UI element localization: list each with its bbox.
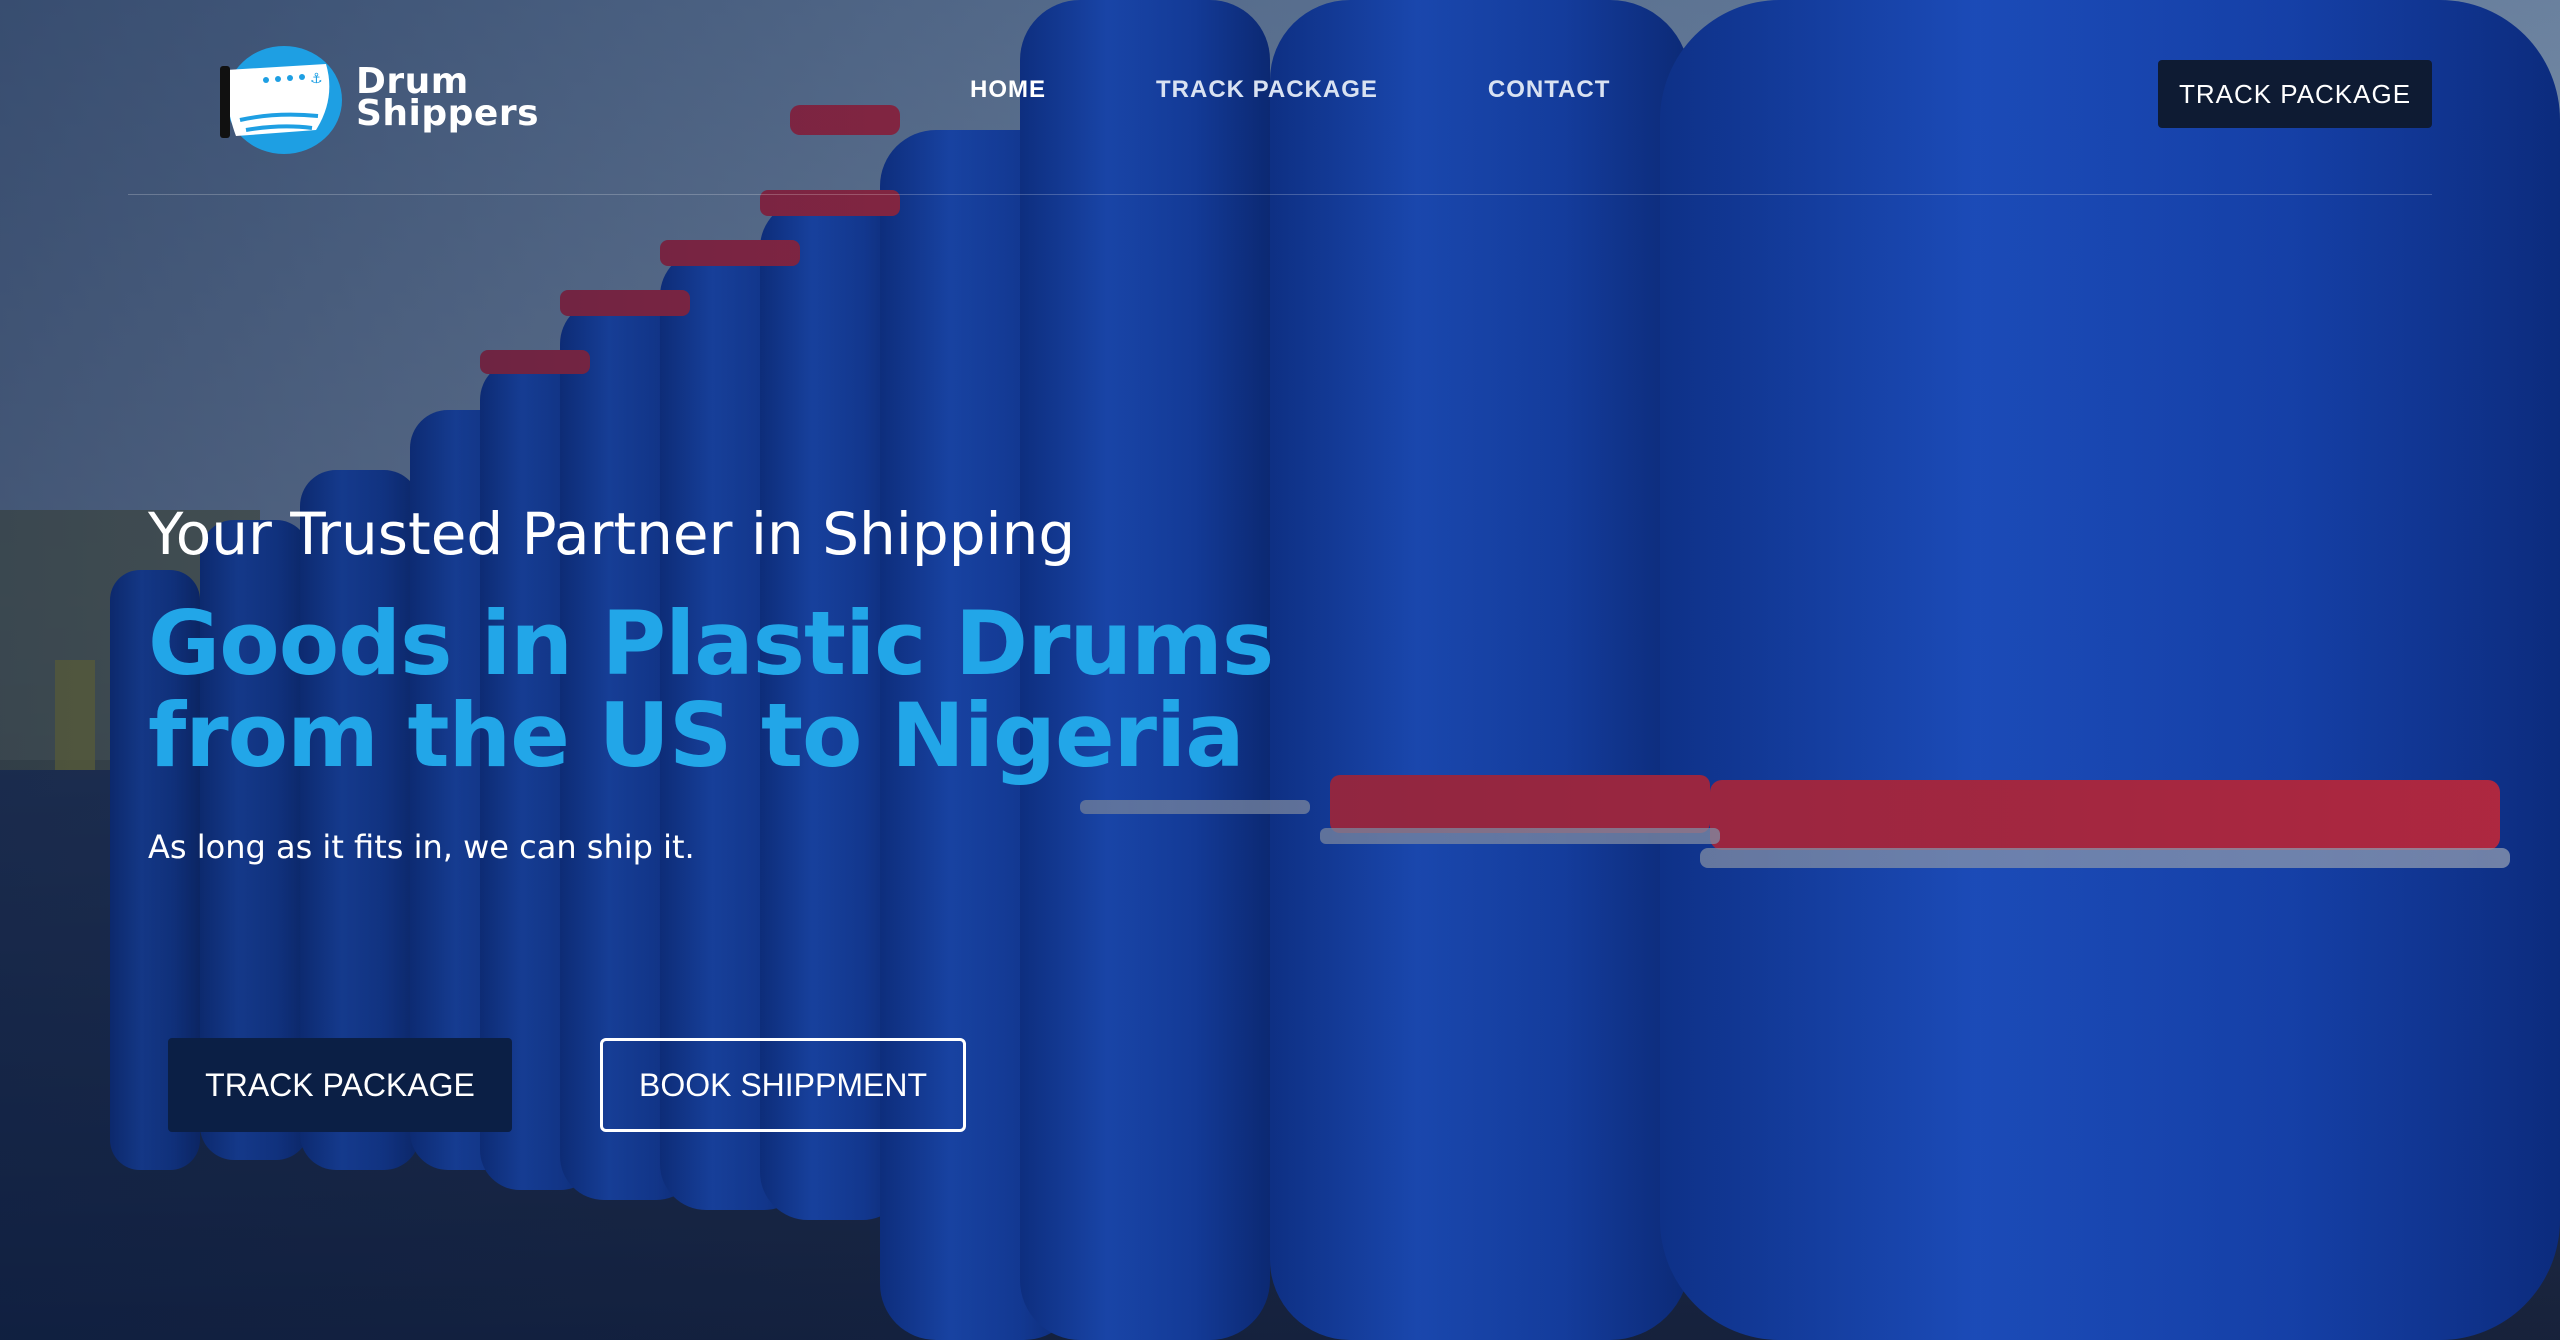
brand-logo[interactable]: ⚓ Drum Shippers — [206, 38, 539, 158]
main-navigation: HOME TRACK PACKAGE CONTACT — [970, 76, 1610, 104]
nav-link-contact[interactable]: CONTACT — [1488, 76, 1611, 104]
page: ⚓ Drum Shippers HOME TRACK PACKAGE CONTA… — [0, 0, 2560, 1340]
brand-name-line2: Shippers — [356, 93, 540, 134]
ship-drum-logo-icon: ⚓ — [220, 46, 342, 154]
site-header: ⚓ Drum Shippers HOME TRACK PACKAGE CONTA… — [128, 0, 2432, 195]
brand-name: Drum Shippers — [356, 64, 540, 134]
hero-subtitle: As long as it fits in, we can ship it. — [148, 827, 695, 866]
hero-title-line1: Goods in Plastic Drums — [148, 591, 1274, 695]
hero-kicker: Your Trusted Partner in Shipping — [148, 500, 1076, 568]
hero-book-shipment-button[interactable]: BOOK SHIPPMENT — [600, 1038, 966, 1132]
hero-section: Your Trusted Partner in Shipping Goods i… — [148, 500, 1398, 866]
header-track-package-button[interactable]: TRACK PACKAGE — [2158, 60, 2432, 128]
nav-link-track-package[interactable]: TRACK PACKAGE — [1156, 76, 1378, 104]
svg-text:⚓: ⚓ — [310, 71, 323, 87]
hero-track-package-button[interactable]: TRACK PACKAGE — [168, 1038, 512, 1132]
hero-title: Goods in Plastic Drums from the US to Ni… — [148, 591, 1398, 787]
nav-link-home[interactable]: HOME — [970, 76, 1046, 104]
hero-title-line2: from the US to Nigeria — [148, 683, 1245, 787]
